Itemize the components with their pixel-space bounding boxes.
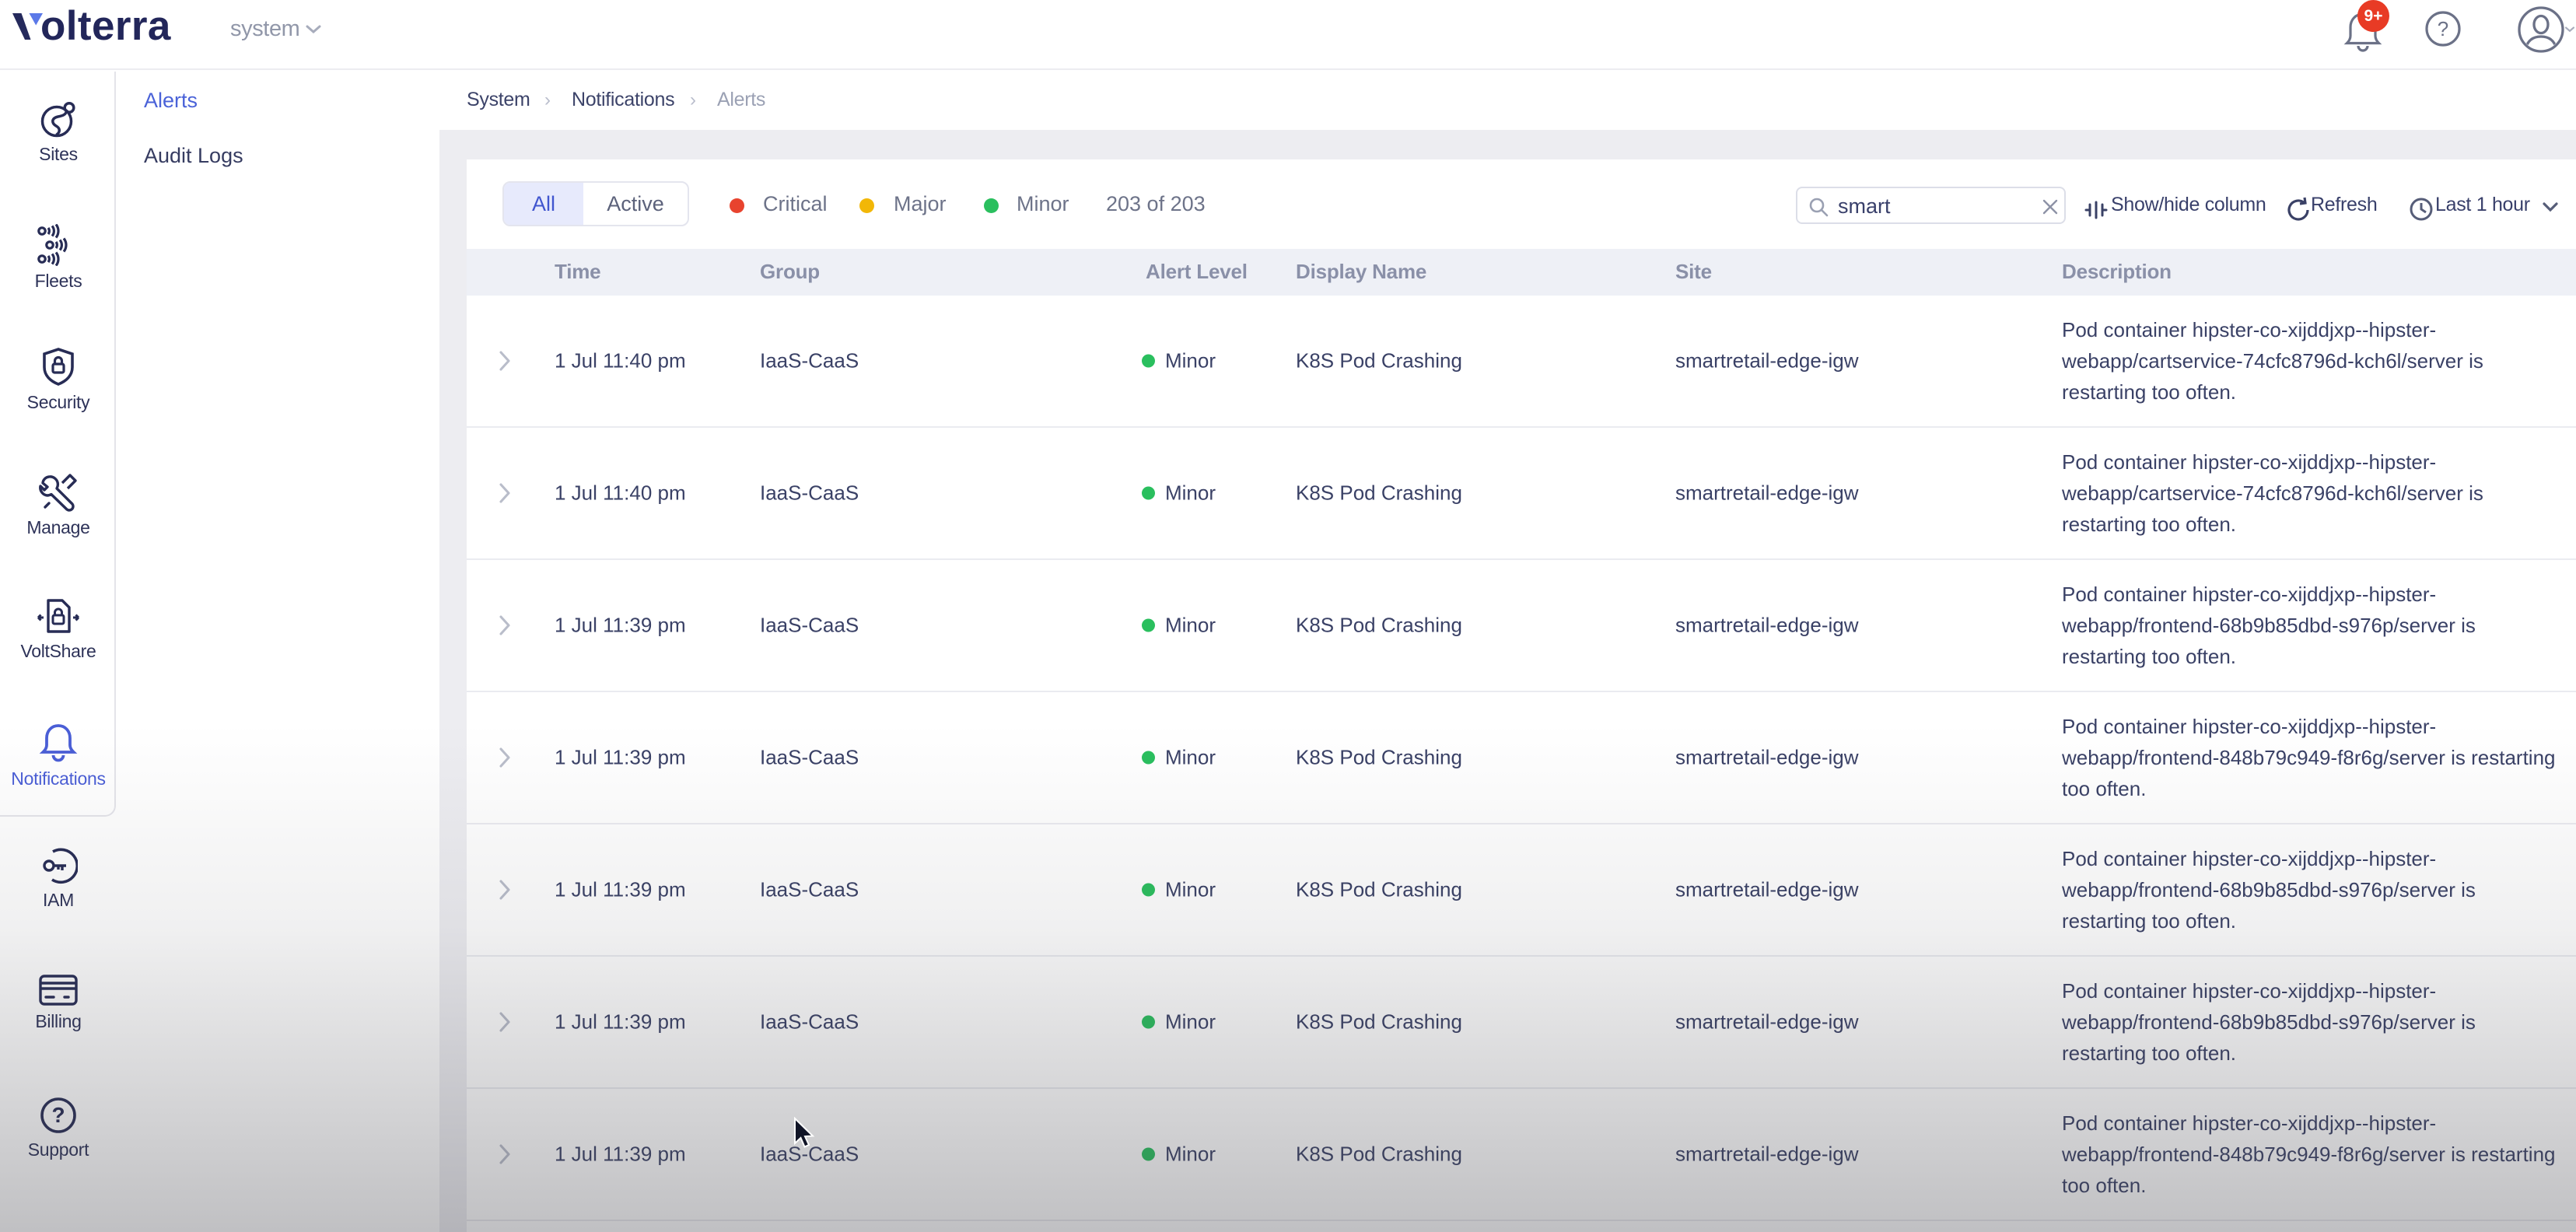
svg-text:?: ? [51,1103,65,1127]
svg-text:olterra: olterra [40,8,171,49]
svg-text:?: ? [2438,17,2448,40]
